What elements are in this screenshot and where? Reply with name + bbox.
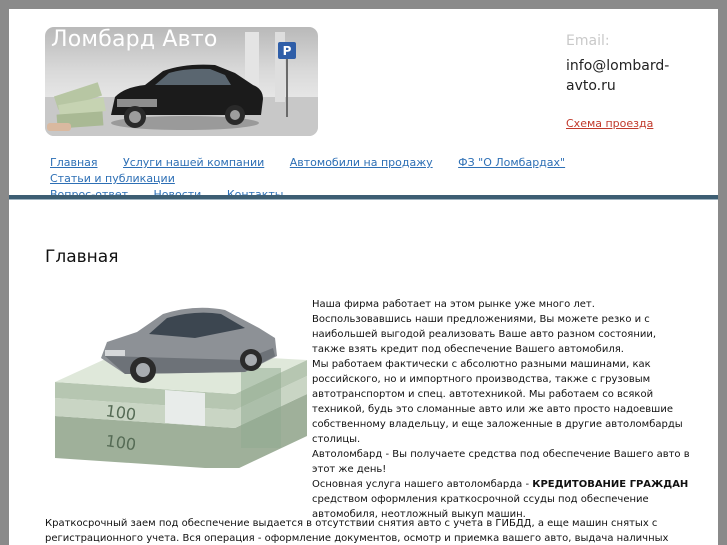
header-banner[interactable]: P Ломбард Авто: [45, 27, 318, 136]
nav-item-law[interactable]: ФЗ "О Ломбардах": [458, 156, 565, 169]
page: P Ломбард Авто Email: info@lombard-avto.…: [9, 9, 718, 545]
service-highlight: КРЕДИТОВАНИЕ ГРАЖДАН: [532, 479, 689, 490]
page-title: Главная: [45, 247, 119, 267]
intro-line-2: Воспользовавшись наши предложениями, Вы …: [312, 314, 657, 355]
loan-description: Краткосрочный заем под обеспечение выдае…: [45, 516, 695, 545]
service-prefix: Основная услуга нашего автоломбарда -: [312, 479, 533, 490]
nav-item-articles[interactable]: Статьи и публикации: [50, 172, 175, 185]
header-divider-shadow: [9, 199, 718, 200]
email-address[interactable]: info@lombard-avto.ru: [566, 56, 696, 96]
intro-text: Наша фирма работает на этом рынке уже мн…: [312, 297, 690, 522]
nav-item-home[interactable]: Главная: [50, 156, 98, 169]
site-title: Ломбард Авто: [51, 27, 218, 52]
intro-line-4: Автоломбард - Вы получаете средства под …: [312, 449, 690, 475]
intro-line-1: Наша фирма работает на этом рынке уже мн…: [312, 299, 595, 310]
hero-car-on-money-image: 100 100: [55, 307, 307, 468]
email-label: Email:: [566, 33, 610, 49]
map-link[interactable]: Схема проезда: [566, 117, 653, 130]
nav-item-services[interactable]: Услуги нашей компании: [123, 156, 264, 169]
intro-line-3: Мы работаем фактически с абсолютно разны…: [312, 359, 683, 445]
nav-item-cars-for-sale[interactable]: Автомобили на продажу: [290, 156, 433, 169]
car: [111, 64, 263, 130]
loan-description-text: Краткосрочный заем под обеспечение выдае…: [45, 518, 669, 544]
parking-sign-letter: P: [283, 44, 292, 58]
